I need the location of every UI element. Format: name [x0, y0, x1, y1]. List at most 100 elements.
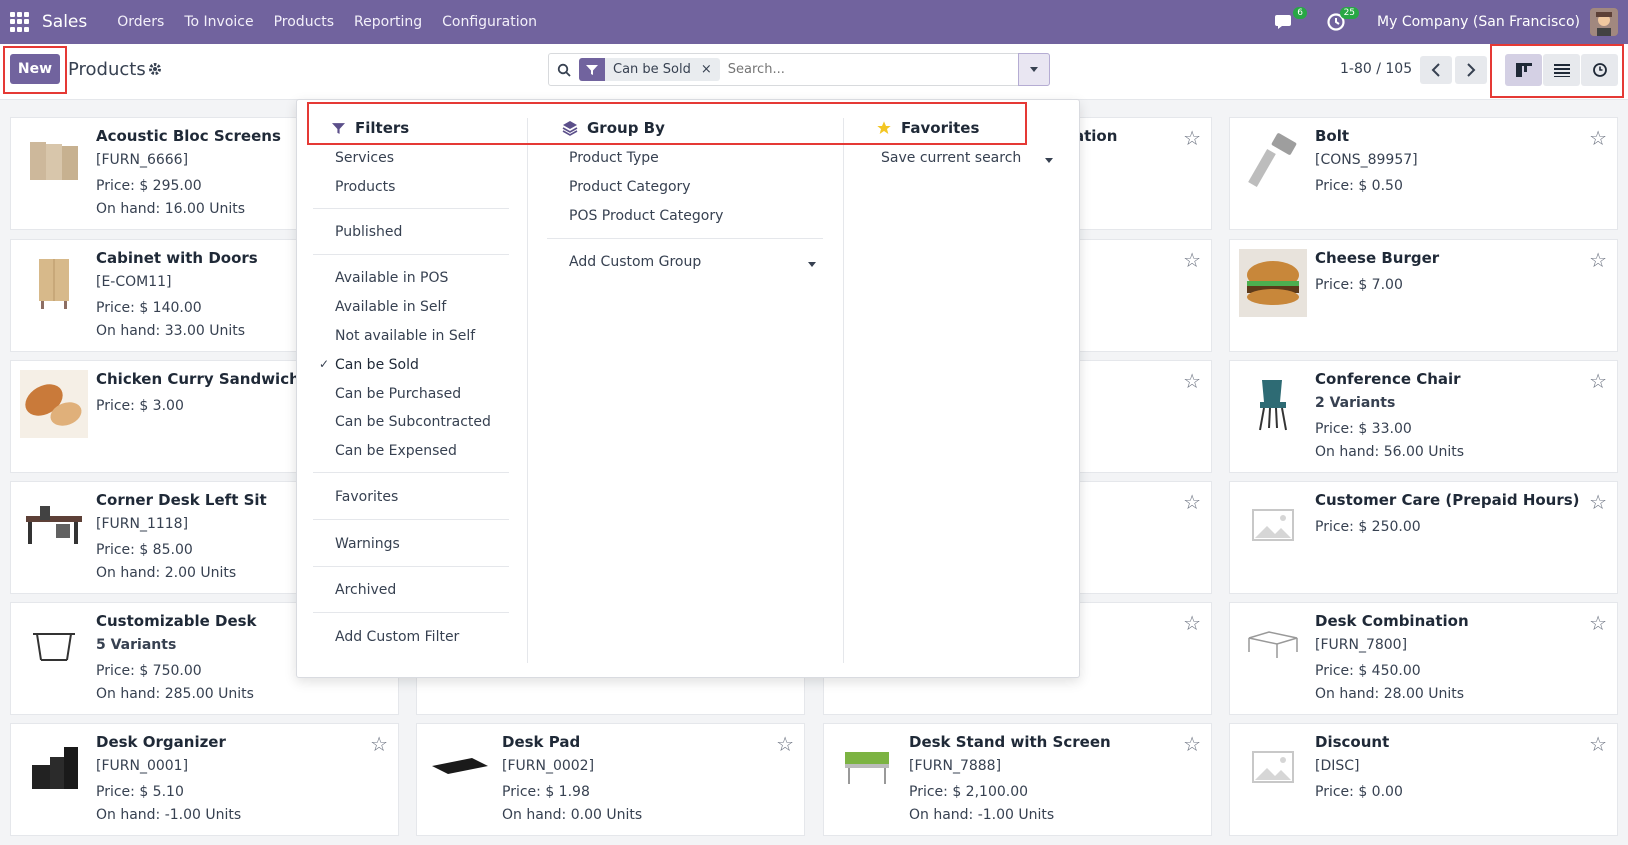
- product-title-partial: ation: [1074, 127, 1118, 145]
- filter-can-be-purchased[interactable]: Can be Purchased: [335, 386, 461, 402]
- pager-value[interactable]: 1-80 / 105: [1340, 61, 1412, 77]
- product-card[interactable]: Desk Pad [FURN_0002] Price: $ 1.98 On ha…: [416, 723, 805, 836]
- search-options-toggle[interactable]: [1018, 53, 1050, 86]
- product-onhand: On hand: -1.00 Units: [96, 807, 242, 823]
- product-image: [833, 733, 901, 801]
- product-reference: [CONS_89957]: [1315, 152, 1418, 168]
- pager-previous-button[interactable]: [1420, 56, 1452, 84]
- filter-can-be-expensed[interactable]: Can be Expensed: [335, 443, 457, 459]
- filter-archived[interactable]: Archived: [335, 582, 396, 598]
- search-icon[interactable]: [549, 63, 579, 77]
- product-price: Price: $ 1.98: [502, 784, 590, 800]
- divider: [547, 238, 823, 239]
- star-icon[interactable]: ☆: [1183, 490, 1201, 514]
- placeholder-image-icon: [1239, 491, 1307, 559]
- product-image: [20, 733, 88, 801]
- filter-products[interactable]: Products: [335, 179, 395, 195]
- filter-available-self[interactable]: Available in Self: [335, 299, 446, 315]
- filter-available-pos[interactable]: Available in POS: [335, 270, 448, 286]
- filter-published[interactable]: Published: [335, 224, 402, 240]
- highlight-dropdown-headers: [307, 102, 1027, 145]
- pager-next-button[interactable]: [1455, 56, 1487, 84]
- menu-orders[interactable]: Orders: [117, 14, 164, 30]
- app-name[interactable]: Sales: [42, 12, 87, 32]
- company-switcher[interactable]: My Company (San Francisco): [1377, 14, 1580, 30]
- apps-grid-icon[interactable]: [10, 12, 30, 32]
- activities-badge: 25: [1339, 7, 1360, 19]
- menu-reporting[interactable]: Reporting: [354, 14, 422, 30]
- filter-icon: [579, 58, 605, 81]
- search-facet: Can be Sold ×: [579, 58, 720, 81]
- product-price: Price: $ 250.00: [1315, 519, 1421, 535]
- filter-favorites[interactable]: Favorites: [335, 489, 398, 505]
- star-icon[interactable]: ☆: [1183, 126, 1201, 150]
- product-title: Cabinet with Doors: [96, 249, 258, 267]
- product-price: Price: $ 7.00: [1315, 277, 1403, 293]
- groupby-product-type[interactable]: Product Type: [569, 150, 659, 166]
- gear-icon[interactable]: [148, 62, 162, 80]
- star-icon[interactable]: ☆: [370, 732, 388, 756]
- product-title: Corner Desk Left Sit: [96, 491, 267, 509]
- divider: [313, 472, 509, 473]
- product-title: Conference Chair: [1315, 370, 1461, 388]
- groupby-product-category[interactable]: Product Category: [569, 179, 691, 195]
- messages-badge: 6: [1293, 7, 1308, 19]
- add-custom-filter[interactable]: Add Custom Filter: [335, 629, 459, 645]
- product-onhand: On hand: 16.00 Units: [96, 201, 246, 217]
- product-card[interactable]: Desk Organizer [FURN_0001] Price: $ 5.10…: [10, 723, 399, 836]
- facet-remove-button[interactable]: ×: [697, 62, 720, 77]
- product-card[interactable]: Discount [DISC] Price: $ 0.00 ☆: [1229, 723, 1618, 836]
- search-input[interactable]: [727, 62, 1008, 77]
- star-icon[interactable]: ☆: [1183, 732, 1201, 756]
- search-bar[interactable]: Can be Sold ×: [548, 53, 1050, 86]
- product-reference: [FURN_6666]: [96, 152, 189, 168]
- product-card[interactable]: Desk Stand with Screen [FURN_7888] Price…: [823, 723, 1212, 836]
- product-title: Customizable Desk: [96, 612, 257, 630]
- filter-services[interactable]: Services: [335, 150, 394, 166]
- product-card[interactable]: Conference Chair 2 Variants Price: $ 33.…: [1229, 360, 1618, 473]
- product-price: Price: $ 2,100.00: [909, 784, 1029, 800]
- filter-not-available-self[interactable]: Not available in Self: [335, 328, 475, 344]
- product-card[interactable]: Bolt [CONS_89957] Price: $ 0.50 ☆: [1229, 117, 1618, 230]
- menu-to-invoice[interactable]: To Invoice: [184, 14, 253, 30]
- product-price: Price: $ 0.00: [1315, 784, 1403, 800]
- filter-can-be-subcontracted[interactable]: Can be Subcontracted: [335, 414, 491, 430]
- star-icon[interactable]: ☆: [1589, 248, 1607, 272]
- chat-icon: [1275, 15, 1292, 29]
- caret-down-icon[interactable]: [808, 262, 816, 267]
- product-variants: 5 Variants: [96, 637, 177, 653]
- product-onhand: On hand: -1.00 Units: [909, 807, 1055, 823]
- star-icon[interactable]: ☆: [1589, 611, 1607, 635]
- star-icon[interactable]: ☆: [776, 732, 794, 756]
- star-icon[interactable]: ☆: [1589, 732, 1607, 756]
- page-title: Products: [68, 59, 146, 80]
- activities-button[interactable]: 25: [1323, 7, 1360, 35]
- star-icon[interactable]: ☆: [1589, 490, 1607, 514]
- filter-can-be-sold[interactable]: ✓ Can be Sold: [319, 357, 419, 373]
- highlight-new-button: [3, 46, 67, 94]
- star-icon[interactable]: ☆: [1183, 369, 1201, 393]
- add-custom-group-select[interactable]: Add Custom Group: [569, 254, 701, 270]
- top-navbar: Sales Orders To Invoice Products Reporti…: [0, 0, 1628, 44]
- product-reference: [FURN_0001]: [96, 758, 189, 774]
- product-reference: [FURN_0002]: [502, 758, 595, 774]
- product-card[interactable]: Cheese Burger Price: $ 7.00 ☆: [1229, 239, 1618, 352]
- star-icon[interactable]: ☆: [1183, 611, 1201, 635]
- groupby-pos-product-category[interactable]: POS Product Category: [569, 208, 723, 224]
- product-card[interactable]: Desk Combination [FURN_7800] Price: $ 45…: [1229, 602, 1618, 715]
- star-icon[interactable]: ☆: [1183, 248, 1201, 272]
- filter-warnings[interactable]: Warnings: [335, 536, 400, 552]
- menu-products[interactable]: Products: [274, 14, 334, 30]
- star-icon[interactable]: ☆: [1589, 126, 1607, 150]
- divider: [313, 208, 509, 209]
- caret-down-icon[interactable]: [1045, 158, 1053, 163]
- product-image: [20, 249, 88, 317]
- messages-button[interactable]: 6: [1271, 7, 1308, 35]
- product-card[interactable]: Customer Care (Prepaid Hours) Price: $ 2…: [1229, 481, 1618, 594]
- avatar[interactable]: [1590, 8, 1618, 36]
- menu-configuration[interactable]: Configuration: [442, 14, 537, 30]
- save-current-search[interactable]: Save current search: [881, 150, 1021, 166]
- star-icon[interactable]: ☆: [1589, 369, 1607, 393]
- check-icon: ✓: [319, 357, 330, 371]
- divider: [313, 519, 509, 520]
